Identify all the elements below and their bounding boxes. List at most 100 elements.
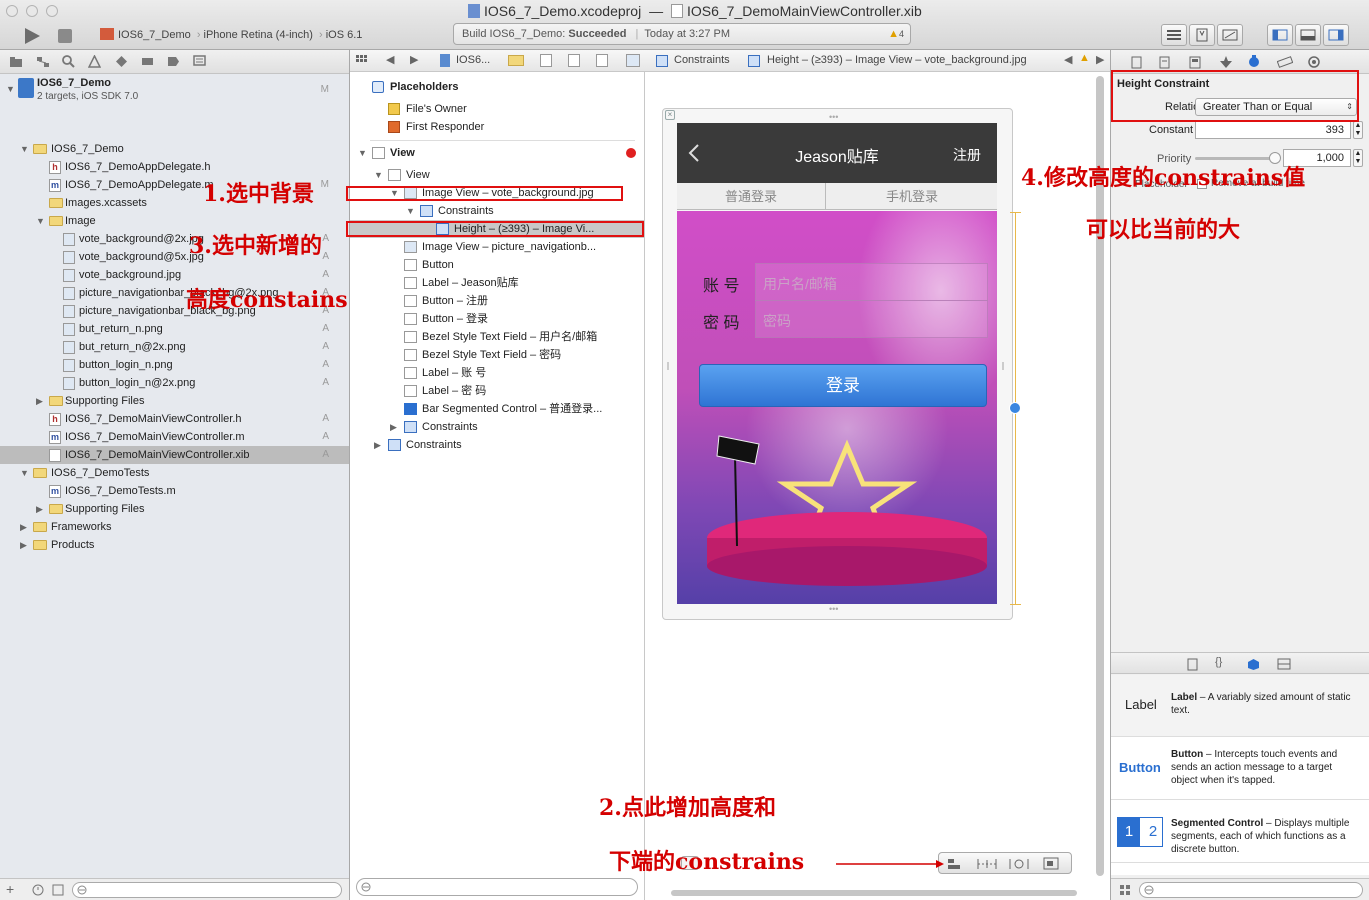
navigator-item[interactable]: but_return_n.png A: [0, 320, 349, 338]
breadcrumb-project[interactable]: IOS6...: [456, 54, 490, 66]
outline-filter-input[interactable]: [356, 878, 638, 896]
assistant-editor-button[interactable]: [1189, 24, 1215, 46]
constant-field[interactable]: 393: [1195, 121, 1351, 139]
outline-item[interactable]: Bar Segmented Control – 普通登录...: [390, 400, 602, 418]
symbol-icon[interactable]: [36, 56, 50, 68]
navigator-item[interactable]: IOS6_7_DemoMainViewController.xib A: [0, 446, 349, 464]
navigator-item[interactable]: button_login_n.png A: [0, 356, 349, 374]
log-icon[interactable]: [193, 55, 206, 68]
navigator-item[interactable]: ▶ Supporting Files: [0, 500, 349, 518]
disclosure-triangle-icon[interactable]: ▶: [20, 536, 27, 554]
back-arrow-icon[interactable]: ◀: [386, 53, 394, 66]
breakpoint-icon[interactable]: [167, 55, 180, 68]
file-inspector-icon[interactable]: [1131, 56, 1143, 69]
navigator-item[interactable]: ▶ Frameworks: [0, 518, 349, 536]
toggle-navigator-button[interactable]: [1267, 24, 1293, 46]
navigator-filter-input[interactable]: [72, 882, 342, 898]
outline-item[interactable]: Bezel Style Text Field – 用户名/邮箱: [390, 328, 597, 346]
minimize-window-button[interactable]: [26, 5, 38, 17]
navigator-item[interactable]: button_login_n@2x.png A: [0, 374, 349, 392]
view-crumb-icon[interactable]: [596, 54, 608, 67]
file-crumb-icon[interactable]: [540, 54, 552, 67]
navigator-item[interactable]: ▼ IOS6_7_Demo: [0, 140, 349, 158]
test-icon[interactable]: [115, 55, 128, 68]
connections-inspector-icon[interactable]: [1307, 55, 1321, 69]
login-button[interactable]: 登录: [699, 364, 987, 407]
segment-phone-login[interactable]: 手机登录: [827, 183, 997, 210]
breadcrumb-constraints[interactable]: Constraints: [674, 54, 730, 66]
toggle-debug-area-button[interactable]: [1295, 24, 1321, 46]
image-view-crumb-icon[interactable]: [626, 54, 640, 67]
outline-item[interactable]: Button: [390, 256, 454, 274]
close-icon[interactable]: ×: [665, 110, 675, 120]
add-icon[interactable]: +: [6, 881, 14, 897]
disclosure-triangle-icon[interactable]: ▶: [374, 436, 381, 454]
navigator-item[interactable]: ▶ Supporting Files: [0, 392, 349, 410]
folder-icon[interactable]: [10, 56, 22, 68]
outline-constraints-root[interactable]: ▶ Constraints: [374, 436, 462, 454]
outline-item[interactable]: Button – 注册: [390, 292, 488, 310]
view-crumb-icon[interactable]: [568, 54, 580, 67]
warnings-badge[interactable]: ▲4: [888, 24, 904, 44]
zoom-window-button[interactable]: [46, 5, 58, 17]
navigator-item[interactable]: ▶ Products: [0, 536, 349, 554]
resize-handle-icon[interactable]: •••: [829, 604, 838, 614]
object-library-icon[interactable]: [1247, 658, 1260, 671]
disclosure-triangle-icon[interactable]: ▼: [6, 84, 15, 94]
outline-item[interactable]: Label – 密 码: [390, 382, 486, 400]
disclosure-triangle-icon[interactable]: ▶: [36, 500, 43, 518]
search-icon[interactable]: [62, 55, 75, 68]
resize-handle-icon[interactable]: [1002, 362, 1004, 370]
project-root-row[interactable]: ▼ IOS6_7_Demo 2 targets, iOS SDK 7.0 M: [0, 75, 349, 107]
resizing-behavior-icon[interactable]: [1043, 857, 1059, 870]
folder-icon[interactable]: [508, 55, 524, 66]
pin-icon[interactable]: [977, 858, 997, 870]
horizontal-scrollbar[interactable]: [671, 890, 1077, 896]
library-filter-input[interactable]: [1139, 882, 1363, 898]
forward-arrow-icon[interactable]: ▶: [410, 53, 418, 66]
library-item-button[interactable]: Button Button – Intercepts touch events …: [1111, 738, 1369, 800]
resolve-issues-icon[interactable]: [1009, 858, 1029, 870]
password-field[interactable]: 密码: [755, 300, 988, 338]
recent-icon[interactable]: [32, 884, 44, 896]
warning-icon[interactable]: ▲: [1079, 52, 1090, 64]
outline-item[interactable]: Image View – picture_navigationb...: [390, 238, 596, 256]
previous-issue-icon[interactable]: ◀: [1064, 53, 1072, 66]
disclosure-triangle-icon[interactable]: ▼: [36, 212, 45, 230]
align-icon[interactable]: [947, 858, 963, 870]
related-items-icon[interactable]: [356, 55, 368, 67]
outline-first-responder[interactable]: First Responder: [388, 118, 484, 136]
attributes-inspector-icon[interactable]: [1219, 55, 1233, 69]
navigator-item[interactable]: m IOS6_7_DemoMainViewController.m A: [0, 428, 349, 446]
quick-help-icon[interactable]: [1159, 56, 1171, 69]
outline-constraints-view[interactable]: ▶ Constraints: [390, 418, 478, 436]
run-button[interactable]: [22, 26, 42, 46]
close-window-button[interactable]: [6, 5, 18, 17]
ruler-icon[interactable]: [1277, 56, 1293, 68]
priority-stepper[interactable]: ▲ ▼: [1353, 149, 1363, 167]
library-item-label[interactable]: Label Label – A variably sized amount of…: [1111, 675, 1369, 737]
resize-handle-icon[interactable]: •••: [829, 112, 838, 122]
outline-view[interactable]: ▼ View: [374, 166, 430, 184]
outline-view-section[interactable]: ▼ View: [358, 144, 415, 162]
scm-filter-icon[interactable]: [52, 884, 64, 896]
navigator-item[interactable]: ▼ IOS6_7_DemoTests: [0, 464, 349, 482]
disclosure-triangle-icon[interactable]: ▶: [36, 392, 43, 410]
stop-button[interactable]: [58, 29, 72, 43]
file-template-icon[interactable]: [1187, 658, 1199, 671]
outline-item[interactable]: Label – 账 号: [390, 364, 486, 382]
outline-item[interactable]: Button – 登录: [390, 310, 488, 328]
outline-files-owner[interactable]: File's Owner: [388, 100, 467, 118]
disclosure-triangle-icon[interactable]: ▼: [20, 140, 29, 158]
account-field[interactable]: 用户名/邮箱: [755, 263, 988, 301]
segment-normal-login[interactable]: 普通登录: [677, 183, 826, 210]
resize-handle-icon[interactable]: [667, 362, 669, 370]
disclosure-triangle-icon[interactable]: ▶: [390, 418, 397, 436]
navigator-item[interactable]: h IOS6_7_DemoMainViewController.h A: [0, 410, 349, 428]
code-snippet-icon[interactable]: {}: [1215, 656, 1222, 668]
disclosure-triangle-icon[interactable]: ▶: [20, 518, 27, 536]
toggle-utilities-button[interactable]: [1323, 24, 1349, 46]
disclosure-triangle-icon[interactable]: ▼: [406, 202, 415, 220]
standard-editor-button[interactable]: [1161, 24, 1187, 46]
outline-constraints-inner[interactable]: ▼ Constraints: [406, 202, 494, 220]
